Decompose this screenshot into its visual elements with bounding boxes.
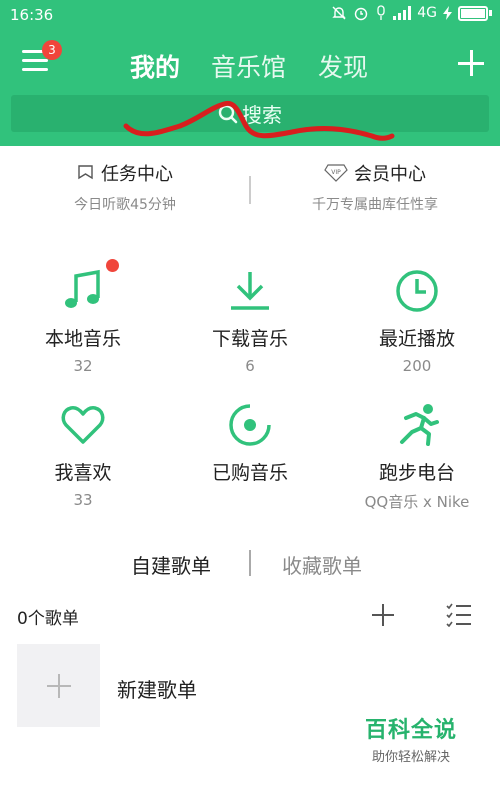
clock-icon — [394, 268, 440, 314]
grid-label: 本地音乐 — [44, 328, 121, 350]
disc-icon — [227, 402, 273, 448]
add-playlist-button[interactable] — [372, 604, 394, 626]
divider — [249, 176, 251, 204]
top-nav: 3 我的 音乐馆 发现 — [0, 36, 500, 92]
alarm-icon — [355, 7, 368, 21]
runner-icon — [394, 402, 440, 448]
tab-collected-playlists[interactable]: 收藏歌单 — [282, 550, 362, 579]
grid-downloads[interactable]: 下载音乐 6 — [167, 268, 333, 375]
signal-icon — [393, 6, 412, 20]
watermark-subtitle: 助你轻松解决 — [371, 750, 450, 765]
grid-favorites[interactable]: 我喜欢 33 — [0, 402, 166, 509]
tab-created-playlists[interactable]: 自建歌单 — [131, 550, 211, 579]
manage-list-icon[interactable] — [446, 603, 472, 627]
network-type: 4G — [417, 5, 437, 21]
mute-bell-icon — [332, 6, 346, 20]
vip-center-subtitle: 千万专属曲库任性享 — [312, 197, 438, 213]
new-playlist-label[interactable]: 新建歌单 — [117, 674, 197, 703]
grid-label: 下载音乐 — [211, 328, 288, 350]
battery-icon — [458, 5, 488, 21]
watermark-title: 百科全说 — [364, 718, 457, 743]
flag-icon — [78, 165, 93, 180]
music-note-icon — [60, 268, 106, 314]
status-bar: 16:36 4G — [0, 0, 500, 30]
grid-recent[interactable]: 最近播放 200 — [334, 268, 500, 375]
grid-count: 200 — [402, 357, 432, 375]
vip-diamond-icon: VIP — [324, 164, 348, 182]
heart-icon — [60, 402, 106, 448]
task-center-subtitle: 今日听歌45分钟 — [74, 197, 176, 213]
tab-discover[interactable]: 发现 — [318, 48, 368, 84]
new-playlist-thumbnail[interactable] — [17, 644, 100, 727]
add-button[interactable] — [458, 50, 484, 76]
grid-label: 最近播放 — [378, 328, 455, 350]
grid-local-music[interactable]: 本地音乐 32 — [0, 268, 166, 375]
grid-label: 跑步电台 — [378, 462, 455, 484]
task-center[interactable]: 任务中心 今日听歌45分钟 — [0, 160, 250, 214]
playlist-count: 0个歌单 — [17, 609, 79, 629]
charging-icon — [443, 6, 452, 20]
search-bar[interactable]: 搜索 — [11, 95, 489, 132]
tab-music-hall[interactable]: 音乐馆 — [211, 48, 286, 84]
svg-text:VIP: VIP — [331, 169, 341, 176]
grid-count: QQ音乐 x Nike — [364, 493, 470, 511]
grid-count: 32 — [73, 357, 93, 375]
vip-center-title: 会员中心 — [354, 164, 426, 185]
notification-dot — [106, 259, 119, 272]
grid-count: 6 — [245, 357, 255, 375]
status-time: 16:36 — [10, 6, 54, 24]
search-icon — [218, 104, 238, 123]
grid-running-radio[interactable]: 跑步电台 QQ音乐 x Nike — [334, 402, 500, 512]
menu-badge: 3 — [42, 40, 62, 60]
divider — [249, 550, 251, 576]
watermark-logo: 百科全说 助你轻松解决 — [352, 712, 470, 772]
tab-mine[interactable]: 我的 — [130, 48, 180, 84]
vip-center[interactable]: VIP 会员中心 千万专属曲库任性享 — [250, 160, 500, 214]
header: 16:36 4G 3 我的 音乐馆 发现 搜索 — [0, 0, 500, 146]
mic-icon — [377, 5, 385, 20]
download-icon — [227, 268, 273, 314]
grid-label: 已购音乐 — [211, 462, 288, 484]
grid-label: 我喜欢 — [54, 462, 112, 484]
grid-count: 33 — [73, 491, 93, 509]
grid-purchased[interactable]: 已购音乐 — [167, 402, 333, 491]
task-center-title: 任务中心 — [101, 164, 173, 185]
search-placeholder: 搜索 — [242, 103, 282, 127]
